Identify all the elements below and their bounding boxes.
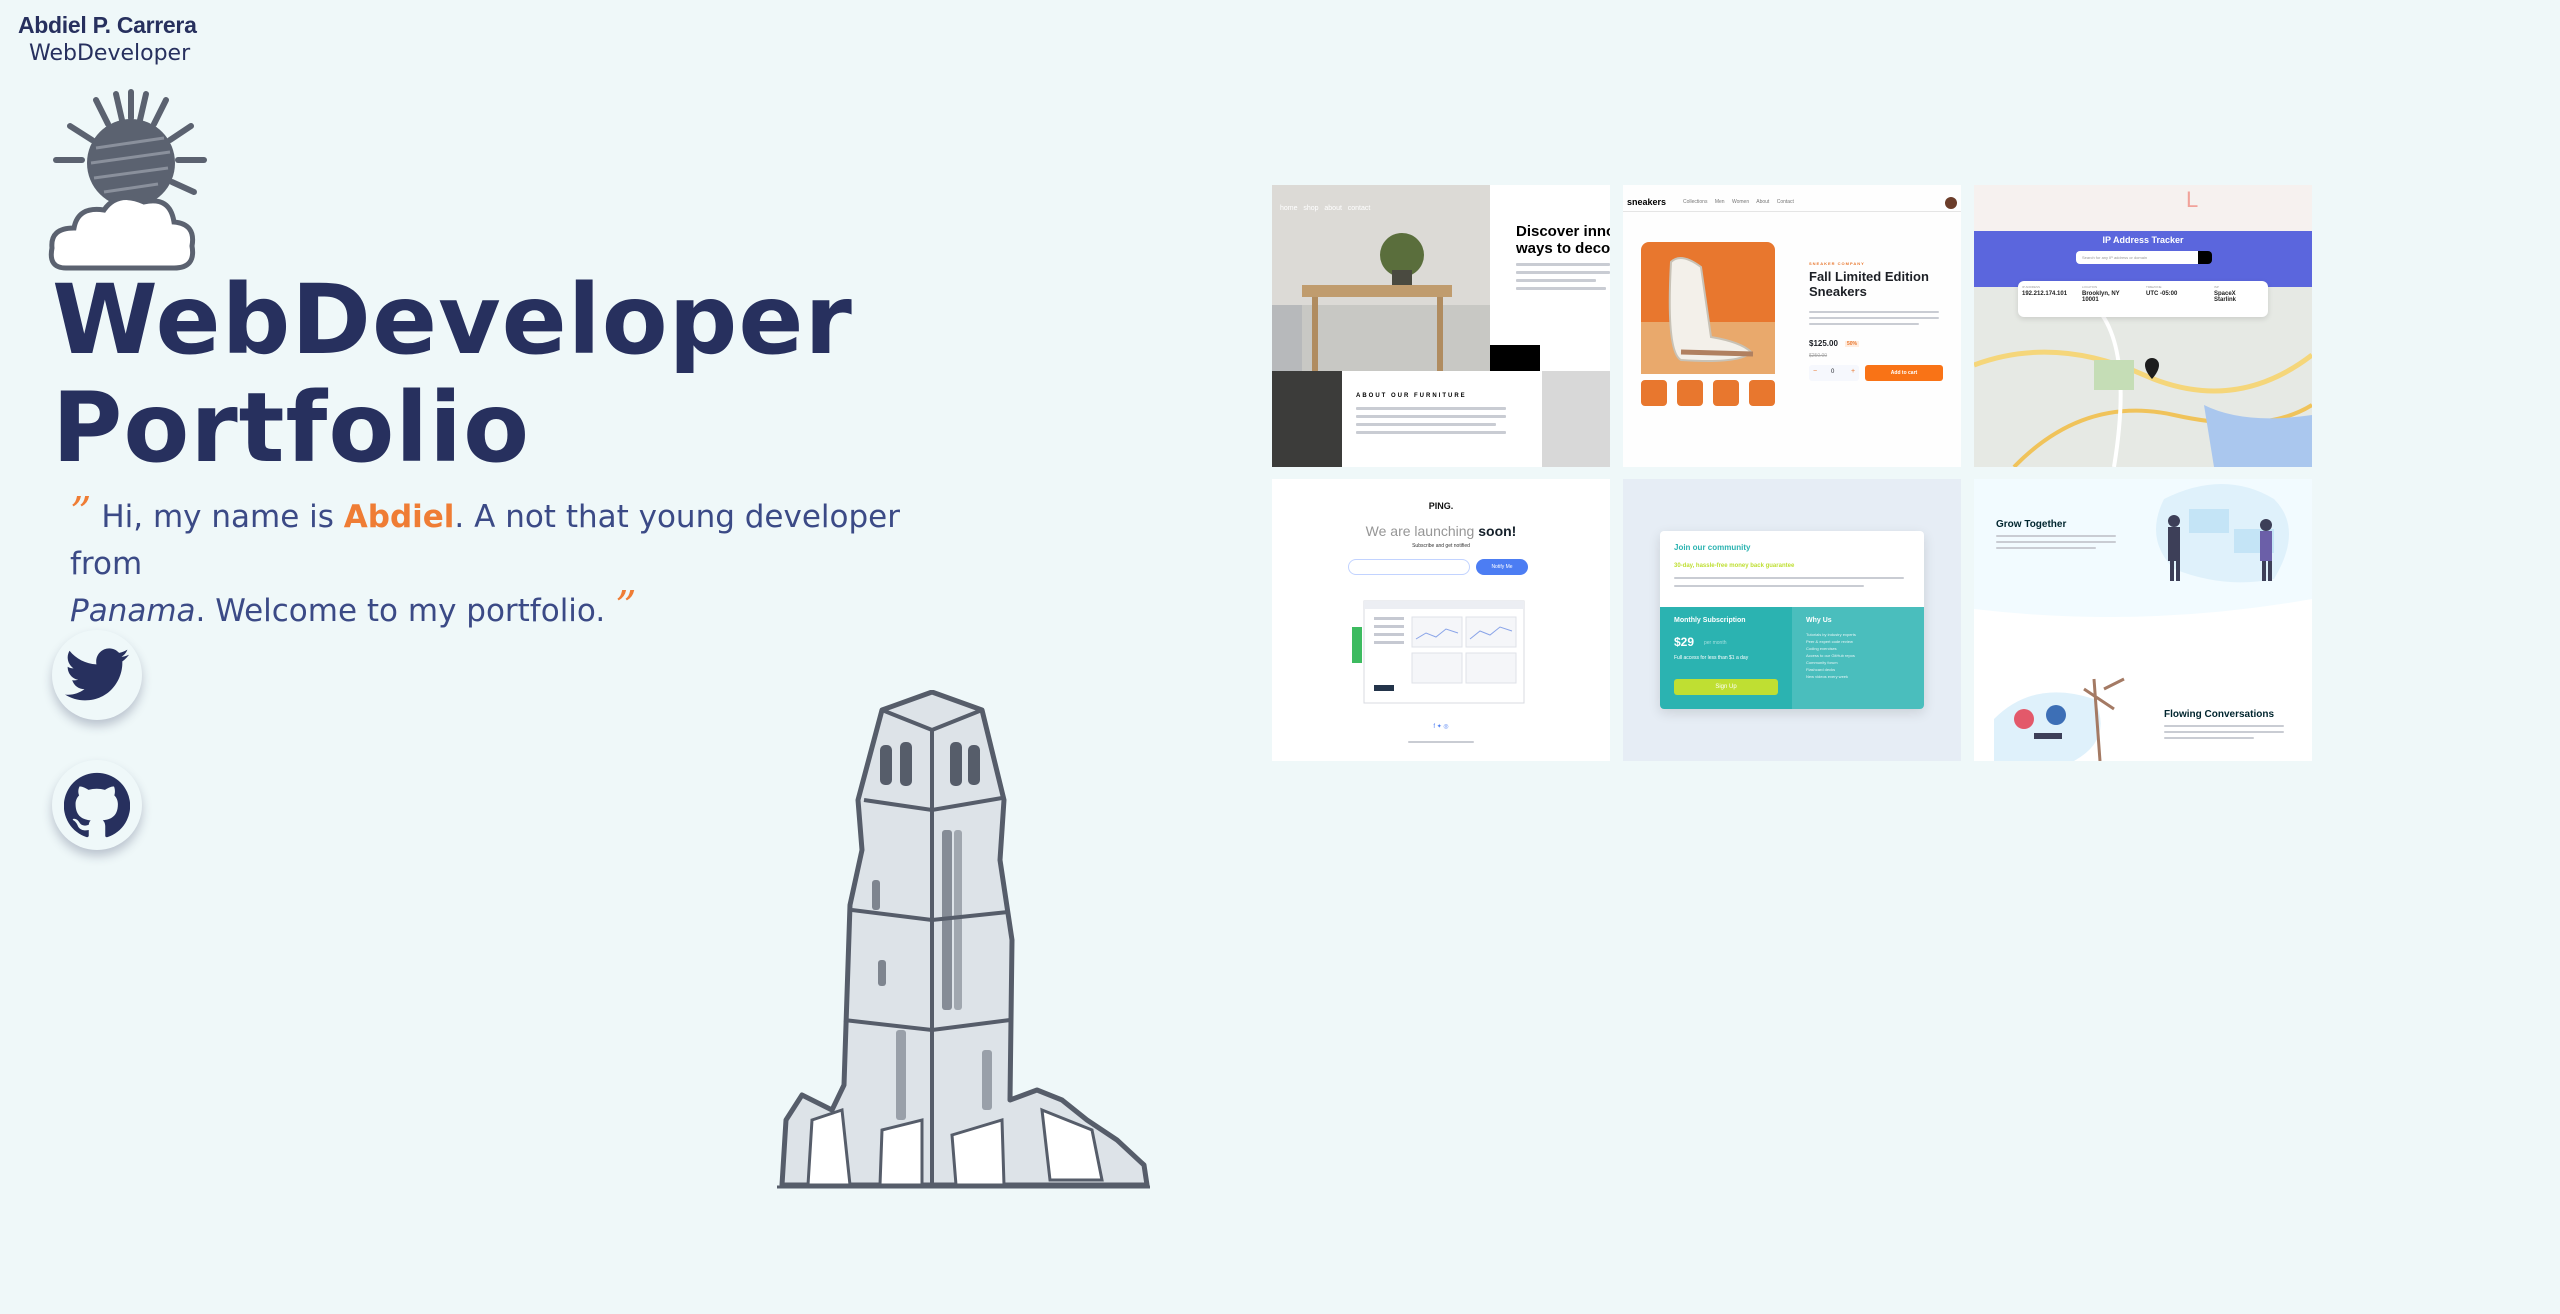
- huddle-title-2: Flowing Conversations: [2164, 709, 2275, 720]
- ip-label-isp: ISP: [2214, 285, 2219, 289]
- sneakers-title: Fall Limited Edition Sneakers: [1809, 269, 1929, 299]
- intro-text-a: Hi, my name is: [101, 499, 344, 535]
- ip-search-input[interactable]: Search for any IP address or domain: [2076, 251, 2198, 264]
- ip-label-address: IP ADDRESS: [2022, 285, 2040, 289]
- pricing-guarantee: 30-day, hassle-free money back guarantee: [1674, 563, 1795, 569]
- sun-cloud-icon: [48, 89, 207, 271]
- pricing-per: per month: [1704, 640, 1727, 646]
- sneakers-price: $125.00: [1809, 339, 1838, 348]
- intro-name: Abdiel: [343, 499, 455, 535]
- sneakers-nav-women: Women: [1731, 199, 1750, 205]
- pricing-why: Why Us: [1806, 617, 1832, 624]
- project-card-room[interactable]: home shop about contact Discover innov w…: [1272, 185, 1610, 467]
- pricing-card: Join our community 30-day, hassle-free m…: [1660, 531, 1924, 709]
- room-nav-contact: contact: [1347, 205, 1371, 212]
- ping-social-icons: f ✦ ◎: [1433, 724, 1449, 730]
- ping-brand: PING.: [1428, 501, 1454, 511]
- sneakers-title-1: Fall Limited Edition: [1809, 269, 1929, 284]
- ping-dashboard-image: [1352, 600, 1525, 704]
- sneakers-nav-about: About: [1756, 199, 1770, 205]
- svg-text:L: L: [2186, 187, 2198, 212]
- project-card-ip-tracker[interactable]: L IP Address Tracker Search for any IP a…: [1974, 185, 2312, 467]
- hero-title-line-1: WebDeveloper: [52, 264, 853, 376]
- room-nav-about: about: [1324, 205, 1342, 212]
- sneaker-product-image: [1641, 242, 1775, 374]
- intro-text: ” Hi, my name is Abdiel. A not that youn…: [70, 492, 970, 635]
- site-owner-role: WebDeveloper: [29, 41, 191, 66]
- sneakers-nav-men: Men: [1714, 199, 1725, 205]
- pricing-reason: Coding exercises: [1806, 646, 1837, 651]
- hero-title-line-2: Portfolio: [52, 372, 531, 484]
- sneakers-old-price: $250.00: [1809, 353, 1828, 359]
- project-card-ping[interactable]: PING. We are launching soon! Subscribe a…: [1272, 479, 1610, 761]
- room-title: Discover innov ways to decor: [1516, 223, 1610, 257]
- pricing-price: $29: [1674, 635, 1695, 649]
- sneakers-title-2: Sneakers: [1809, 284, 1867, 299]
- huddle-title-1: Grow Together: [1996, 519, 2067, 530]
- pricing-reason: Flashcard decks: [1806, 667, 1836, 672]
- intro-place: Panama: [70, 593, 196, 629]
- github-link[interactable]: [52, 760, 142, 850]
- sneakers-nav-collections: Collections: [1683, 199, 1708, 205]
- room-title-2: ways to decor: [1516, 240, 1610, 257]
- sneakers-brand: sneakers: [1627, 197, 1667, 207]
- ping-email-input[interactable]: [1348, 559, 1470, 575]
- ping-title-b: soon!: [1478, 523, 1517, 539]
- pricing-reason: New videos every week: [1806, 674, 1849, 679]
- ping-title: We are launching soon!: [1272, 523, 1610, 539]
- close-quote: ”: [615, 582, 637, 631]
- room-nav: home shop about contact: [1280, 205, 1370, 212]
- room-nav-shop: shop: [1303, 205, 1319, 212]
- sneakers-nav: Collections Men Women About Contact: [1683, 199, 1794, 205]
- project-card-single-price[interactable]: Join our community 30-day, hassle-free m…: [1623, 479, 1961, 761]
- ip-tracker-title: IP Address Tracker: [2102, 235, 2184, 245]
- room-title-1: Discover innov: [1516, 223, 1610, 240]
- sneakers-company: SNEAKER COMPANY: [1809, 261, 1865, 266]
- ping-title-a: We are launching: [1365, 523, 1479, 539]
- twitter-icon: [65, 648, 129, 701]
- pricing-access: Full access for less than $1 a day: [1674, 655, 1749, 661]
- ping-sub: Subscribe and get notified: [1412, 543, 1470, 549]
- ip-value-address: 192.212.174.101: [2022, 291, 2068, 297]
- project-card-huddle[interactable]: Grow Together Flowing Conversations: [1974, 479, 2312, 761]
- pricing-reason: Tutorials by industry experts: [1806, 632, 1856, 637]
- room-section: ABOUT OUR FURNITURE: [1356, 393, 1467, 399]
- notify-button[interactable]: Notify Me: [1476, 559, 1528, 575]
- ip-value-isp: SpaceX Starlink: [2214, 291, 2237, 303]
- pricing-reason: Community forum: [1806, 660, 1838, 665]
- tower-illustration: [777, 690, 1150, 1189]
- site-owner-name: Abdiel P. Carrera: [18, 12, 197, 38]
- sneakers-discount: 50%: [1845, 341, 1860, 347]
- pricing-title: Join our community: [1674, 543, 1751, 552]
- add-to-cart-button[interactable]: Add to cart: [1865, 365, 1943, 381]
- sneakers-avatar: [1945, 197, 1957, 209]
- github-icon: [64, 772, 130, 838]
- open-quote: ”: [70, 488, 92, 537]
- twitter-link[interactable]: [52, 630, 142, 720]
- ip-label-timezone: TIMEZONE: [2146, 285, 2162, 289]
- ip-search-button[interactable]: [2198, 251, 2212, 264]
- pricing-reason: Access to our GitHub repos: [1806, 653, 1855, 658]
- sneakers-nav-contact: Contact: [1776, 199, 1794, 205]
- ip-tracker-preview-image: L: [1974, 185, 2312, 467]
- pricing-reasons: Tutorials by industry experts Peer & exp…: [1806, 631, 1856, 680]
- sneakers-qty: 0: [1831, 369, 1835, 375]
- project-card-sneakers[interactable]: sneakers Collections Men Women About Con…: [1623, 185, 1961, 467]
- pricing-reason: Peer & expert code review: [1806, 639, 1853, 644]
- pricing-subscription: Monthly Subscription: [1674, 617, 1746, 624]
- ip-value-location: Brooklyn, NY 10001: [2082, 291, 2120, 303]
- room-nav-home: home: [1280, 205, 1298, 212]
- intro-text-c: . Welcome to my portfolio.: [195, 593, 606, 629]
- ip-value-timezone: UTC -05:00: [2146, 291, 2178, 297]
- pricing-signup-button[interactable]: Sign Up: [1674, 679, 1778, 695]
- ip-label-location: LOCATION: [2082, 285, 2098, 289]
